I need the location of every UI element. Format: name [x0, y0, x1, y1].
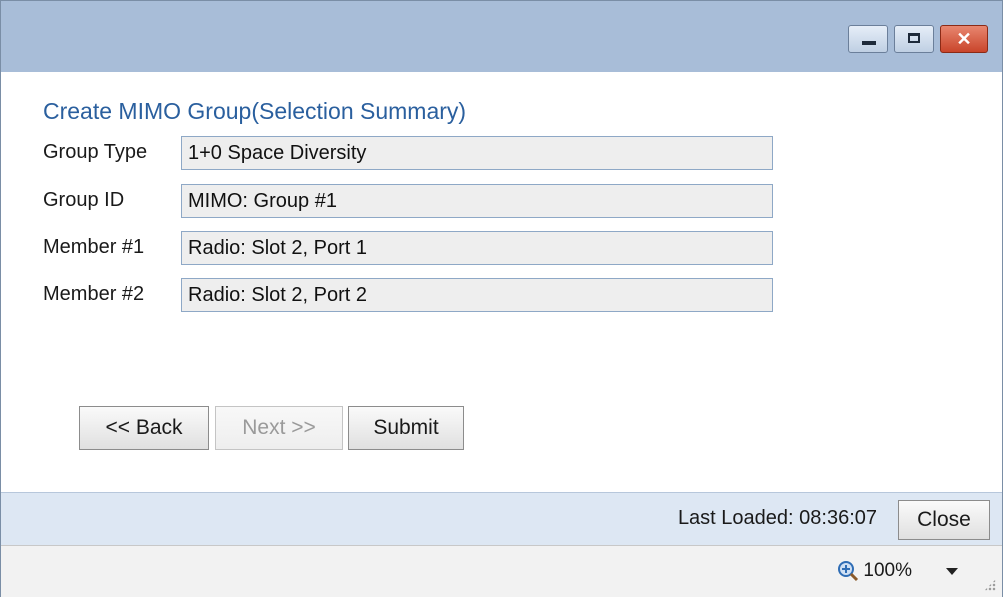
maximize-button[interactable] [894, 25, 934, 53]
title-bar: ✕ [1, 1, 1002, 72]
group-id-field: MIMO: Group #1 [181, 184, 773, 218]
member-1-field: Radio: Slot 2, Port 1 [181, 231, 773, 265]
dialog-content: Create MIMO Group(Selection Summary) Gro… [1, 72, 1002, 492]
maximize-icon [908, 33, 920, 43]
member-2-label: Member #2 [43, 283, 145, 305]
group-type-label: Group Type [43, 141, 148, 163]
group-id-label: Group ID [43, 189, 125, 211]
next-button: Next >> [215, 406, 343, 450]
group-type-field: 1+0 Space Diversity [181, 136, 773, 170]
minimize-button[interactable] [848, 25, 888, 53]
member-1-label: Member #1 [43, 236, 145, 258]
back-button[interactable]: << Back [79, 406, 209, 450]
resize-grip-icon[interactable] [984, 579, 996, 591]
dialog-footer: Last Loaded: 08:36:07 Close [1, 492, 1002, 545]
close-icon: ✕ [956, 29, 972, 49]
zoom-in-icon [838, 561, 859, 582]
status-bar: 100% [1, 545, 1002, 597]
page-title: Create MIMO Group(Selection Summary) [43, 98, 467, 124]
chevron-down-icon[interactable] [946, 568, 958, 575]
last-loaded-status: Last Loaded: 08:36:07 [677, 507, 877, 529]
window-controls: ✕ [848, 25, 988, 53]
dialog-window: ✕ Create MIMO Group(Selection Summary) G… [0, 0, 1003, 597]
zoom-level: 100% [863, 560, 912, 581]
minimize-icon [862, 41, 876, 45]
zoom-control[interactable]: 100% [837, 560, 912, 582]
window-close-button[interactable]: ✕ [940, 25, 988, 53]
member-2-field: Radio: Slot 2, Port 2 [181, 278, 773, 312]
close-button[interactable]: Close [898, 500, 990, 540]
submit-button[interactable]: Submit [348, 406, 464, 450]
